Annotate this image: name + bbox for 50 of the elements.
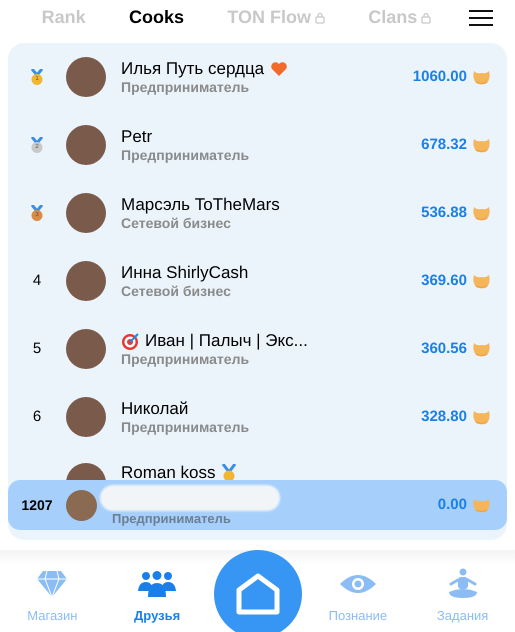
rank-number: 1207 bbox=[21, 496, 53, 514]
user-name: Марсэль ToTheMars bbox=[121, 194, 280, 214]
score: 328.80 bbox=[421, 406, 467, 427]
score: 0.00 bbox=[438, 494, 467, 515]
coin-icon bbox=[472, 204, 491, 222]
people-icon bbox=[138, 571, 176, 597]
home-icon bbox=[234, 572, 280, 616]
score: 360.56 bbox=[421, 338, 467, 359]
score: 678.32 bbox=[421, 134, 467, 155]
diamond-icon bbox=[36, 570, 68, 598]
user-name: Николай bbox=[121, 398, 188, 418]
user-role: Предприниматель bbox=[121, 418, 250, 436]
user-role: Сетевой бизнес bbox=[121, 214, 232, 232]
score: 536.88 bbox=[421, 202, 467, 223]
user-role: Сетевой бизнес bbox=[121, 282, 232, 300]
coin-icon bbox=[472, 340, 491, 358]
avatar bbox=[66, 490, 97, 520]
score: 1060.00 bbox=[412, 66, 467, 87]
user-role: Предприниматель bbox=[121, 78, 250, 96]
user-role: Предприниматель bbox=[121, 350, 250, 368]
avatar bbox=[66, 329, 106, 369]
coin-icon bbox=[472, 272, 491, 290]
rank-number: 4 bbox=[32, 270, 42, 291]
user-role: Предприниматель bbox=[121, 146, 250, 164]
menu-icon[interactable] bbox=[469, 10, 493, 26]
user-name: Илья Путь сердца bbox=[121, 58, 264, 78]
nav-item[interactable]: Магазин bbox=[0, 565, 105, 626]
coin-icon bbox=[472, 68, 491, 86]
nav-item[interactable]: Друзья bbox=[104, 565, 210, 626]
avatar bbox=[66, 397, 106, 437]
eye-icon bbox=[338, 573, 377, 595]
user-role: Предприниматель bbox=[112, 510, 232, 526]
coin-icon bbox=[472, 496, 491, 514]
avatar bbox=[66, 125, 106, 165]
user-name: Roman koss bbox=[121, 463, 216, 483]
user-name: Иван | Палыч | Экс... bbox=[145, 330, 308, 350]
meditation-icon bbox=[446, 568, 479, 600]
nav-item[interactable]: Задания bbox=[410, 565, 515, 626]
avatar bbox=[66, 193, 106, 233]
user-name: Petr bbox=[121, 126, 152, 146]
avatar bbox=[66, 261, 106, 301]
coin-icon bbox=[472, 136, 491, 154]
nav-item[interactable]: Познание bbox=[306, 565, 410, 626]
rank-number: 5 bbox=[32, 338, 42, 359]
tab[interactable]: Cooks bbox=[128, 4, 184, 31]
score: 369.60 bbox=[421, 270, 467, 291]
user-name: Инна ShirlyCash bbox=[121, 262, 248, 282]
rank-number: 6 bbox=[32, 406, 42, 427]
avatar bbox=[66, 57, 106, 97]
coin-icon bbox=[472, 408, 491, 426]
